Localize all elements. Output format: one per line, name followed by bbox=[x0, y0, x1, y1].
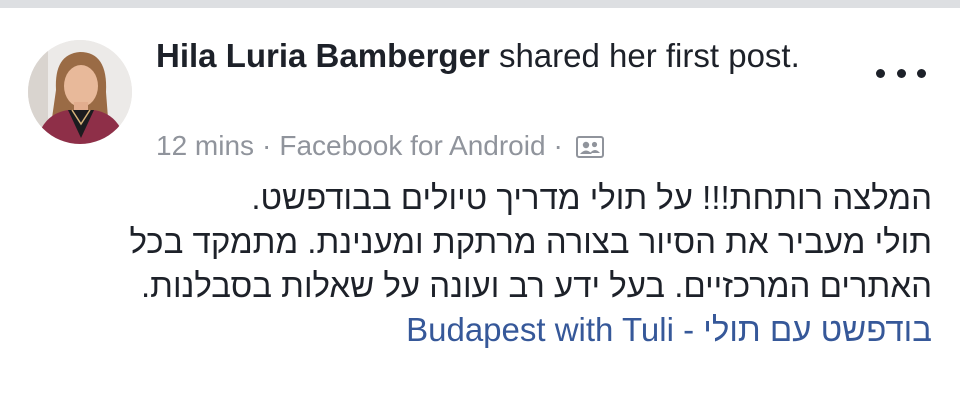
more-dot bbox=[917, 68, 926, 78]
meta-separator: · bbox=[553, 130, 563, 161]
post-body-line: המלצה רותחת!!! על תולי מדריך טיולים בבוד… bbox=[251, 179, 932, 216]
author-avatar[interactable] bbox=[28, 40, 132, 144]
more-dot bbox=[876, 68, 885, 78]
page-link[interactable]: בודפשט עם תולי - Budapest with Tuli bbox=[406, 308, 932, 352]
author-name[interactable]: Hila Luria Bamberger bbox=[156, 37, 490, 74]
meta-separator: · bbox=[262, 130, 272, 161]
post-body-line: האתרים המרכזיים. בעל ידע רב ועונה על שאל… bbox=[141, 267, 932, 304]
post-action-text: shared her first post. bbox=[489, 37, 800, 74]
more-dot bbox=[896, 68, 906, 78]
avatar-photo bbox=[28, 40, 132, 144]
post-meta: 12 mins · Facebook for Android · bbox=[156, 126, 605, 166]
post-timestamp[interactable]: 12 mins bbox=[156, 130, 254, 162]
post-header: Hila Luria Bamberger shared her first po… bbox=[156, 34, 836, 78]
post-body-line: תולי מעביר את הסיור בצורה מרתקת ומענינת.… bbox=[129, 223, 932, 260]
more-options-icon[interactable] bbox=[876, 58, 926, 88]
feed-divider bbox=[0, 0, 960, 8]
friends-icon[interactable] bbox=[575, 134, 605, 158]
feed-post: Hila Luria Bamberger shared her first po… bbox=[0, 8, 960, 414]
post-body: המלצה רותחת!!! על תולי מדריך טיולים בבוד… bbox=[20, 176, 932, 352]
post-source: Facebook for Android bbox=[279, 130, 546, 161]
